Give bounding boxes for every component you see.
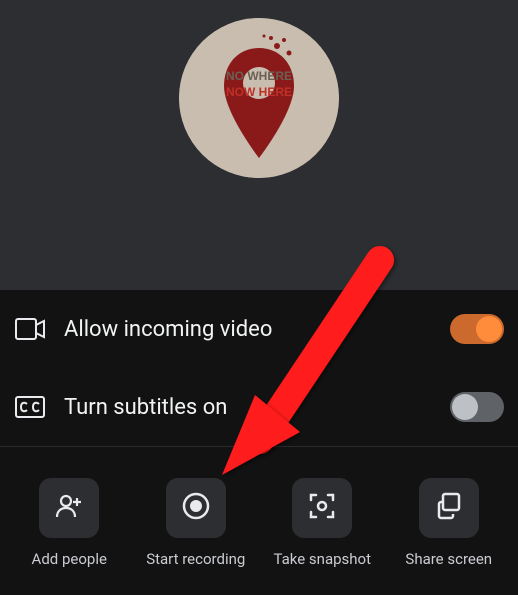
action-take-snapshot: Take snapshot [259,478,386,568]
svg-text:NO WHERE: NO WHERE [226,69,292,83]
action-label: Take snapshot [274,550,372,568]
svg-text:NOW HERE: NOW HERE [226,85,292,99]
option-subtitles[interactable]: Turn subtitles on [14,368,504,446]
option-label: Allow incoming video [64,317,432,342]
video-icon [14,313,46,345]
action-bar: Add people Start recording [0,447,518,595]
share-screen-icon [433,490,465,526]
action-share-screen: Share screen [386,478,513,568]
action-label: Start recording [146,550,245,568]
option-allow-video[interactable]: Allow incoming video [14,290,504,368]
start-recording-button[interactable] [166,478,226,538]
take-snapshot-button[interactable] [292,478,352,538]
action-label: Add people [32,550,107,568]
options-panel: Allow incoming video Turn subtitles on [0,290,518,447]
record-icon [180,490,212,526]
video-area: NO WHERE NOW HERE [0,0,518,290]
avatar: NO WHERE NOW HERE [179,18,339,178]
toggle-subtitles[interactable] [450,392,504,422]
cc-icon [14,391,46,423]
action-start-recording: Start recording [133,478,260,568]
action-add-people: Add people [6,478,133,568]
add-people-button[interactable] [39,478,99,538]
person-add-icon [53,490,85,526]
avatar-image: NO WHERE NOW HERE [179,18,339,178]
snapshot-icon [306,490,338,526]
option-label: Turn subtitles on [64,395,432,420]
share-screen-button[interactable] [419,478,479,538]
action-label: Share screen [405,550,492,568]
toggle-allow-video[interactable] [450,314,504,344]
